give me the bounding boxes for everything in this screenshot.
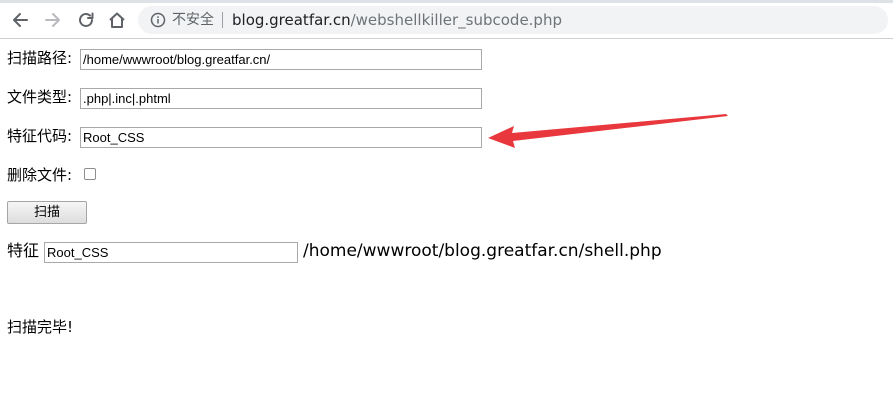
address-bar[interactable]: 不安全 blog.greatfar.cn/webshellkiller_subc… — [138, 6, 888, 34]
feature-code-input[interactable] — [80, 127, 482, 148]
annotation-arrow-shape — [488, 114, 728, 148]
reload-button[interactable] — [74, 8, 98, 32]
back-arrow-icon — [13, 13, 28, 27]
file-type-input[interactable] — [80, 88, 482, 109]
scan-path-label: 扫描路径: — [7, 49, 73, 67]
url-host: blog.greatfar.cn — [232, 11, 351, 29]
file-type-label: 文件类型: — [7, 88, 73, 106]
security-label[interactable]: 不安全 — [172, 11, 214, 29]
back-button[interactable] — [8, 8, 32, 32]
feature-code-label: 特征代码: — [7, 127, 73, 145]
url-path: /webshellkiller_subcode.php — [350, 11, 562, 29]
browser-toolbar: 不安全 blog.greatfar.cn/webshellkiller_subc… — [0, 0, 893, 39]
matched-file-path: /home/wwwroot/blog.greatfar.cn/shell.php — [303, 241, 662, 261]
url-text[interactable]: blog.greatfar.cn/webshellkiller_subcode.… — [232, 10, 562, 30]
scan-path-input[interactable] — [80, 49, 482, 70]
scan-status-text: 扫描完毕! — [7, 318, 74, 336]
scan-button[interactable]: 扫描 — [7, 201, 87, 224]
home-icon — [109, 12, 125, 28]
forward-button[interactable] — [41, 8, 65, 32]
home-button[interactable] — [105, 8, 129, 32]
delete-files-checkbox[interactable] — [84, 168, 96, 180]
info-icon[interactable] — [150, 12, 166, 28]
forward-arrow-icon — [45, 13, 60, 27]
address-divider — [222, 12, 223, 28]
delete-files-label: 删除文件: — [7, 166, 73, 184]
reload-icon — [79, 12, 94, 27]
feature-result-input[interactable] — [44, 242, 298, 263]
feature-result-label: 特征 — [7, 241, 40, 260]
